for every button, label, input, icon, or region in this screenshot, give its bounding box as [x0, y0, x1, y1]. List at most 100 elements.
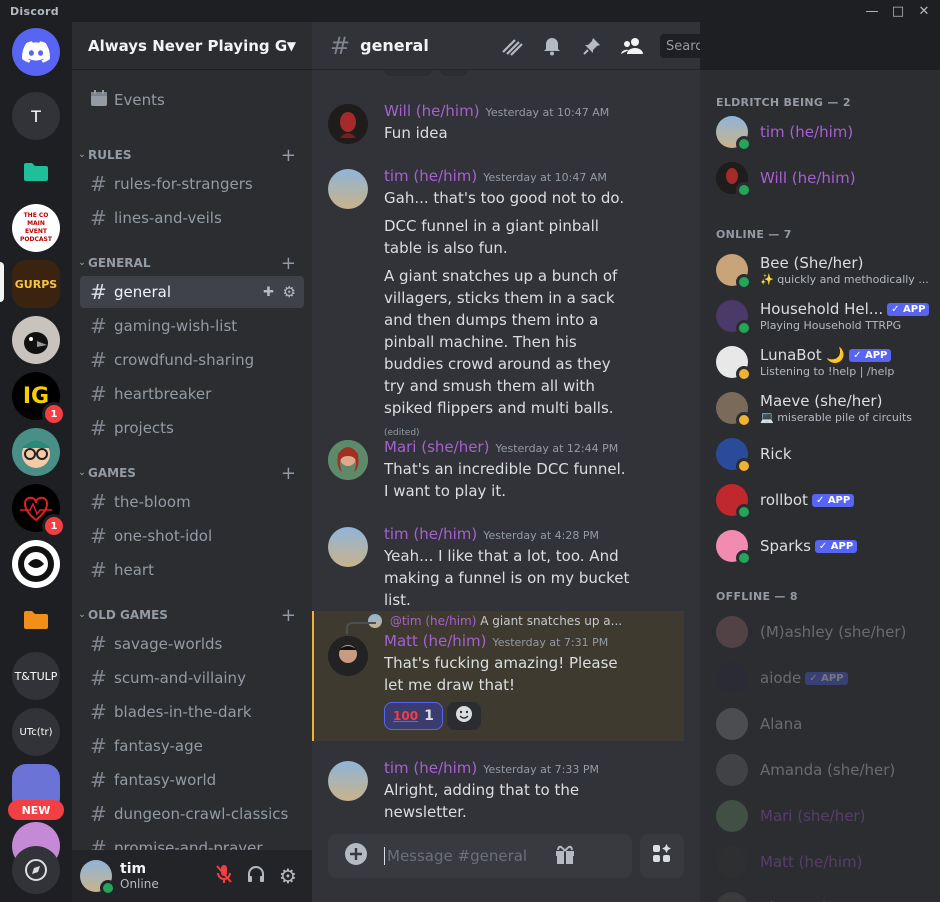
- avatar[interactable]: [328, 169, 368, 209]
- server-cottage[interactable]: [12, 316, 60, 364]
- message-author[interactable]: tim (he/him): [384, 167, 477, 185]
- member-row[interactable]: (M)ashley (she/her): [716, 610, 932, 654]
- add-channel-icon[interactable]: +: [281, 253, 296, 274]
- avatar[interactable]: [328, 440, 368, 480]
- home-discord-icon[interactable]: [12, 28, 60, 76]
- avatar: [716, 346, 752, 382]
- member-row[interactable]: Alana: [716, 702, 932, 746]
- user-status: Online: [120, 877, 159, 891]
- channel-heart[interactable]: # heart: [80, 554, 304, 586]
- message-author[interactable]: Will (he/him): [384, 102, 480, 120]
- channel-savage-worlds[interactable]: # savage-worlds: [80, 628, 304, 660]
- minimize-icon[interactable]: —: [860, 0, 884, 22]
- pin-icon[interactable]: [580, 34, 604, 58]
- guild-header[interactable]: Always Never Playing G... ▼: [72, 22, 312, 70]
- message-composer[interactable]: Message #general: [328, 834, 632, 878]
- channel-fantasy-age[interactable]: # fantasy-age: [80, 730, 304, 762]
- category-rules[interactable]: ⌄ RULES +: [76, 144, 304, 166]
- invite-icon[interactable]: ✚: [263, 285, 274, 300]
- add-channel-icon[interactable]: +: [281, 145, 296, 166]
- events-link[interactable]: Events: [80, 84, 304, 116]
- mic-muted-icon[interactable]: [208, 864, 240, 888]
- channel-fantasy-world[interactable]: # fantasy-world: [80, 764, 304, 796]
- bell-icon[interactable]: [540, 34, 564, 58]
- search-input[interactable]: Search: [666, 39, 700, 54]
- avatar[interactable]: [328, 104, 368, 144]
- mention-badge: 1: [42, 514, 66, 538]
- member-row[interactable]: Will (he/him): [716, 156, 932, 200]
- server-ttulp[interactable]: T&TULP: [12, 652, 60, 700]
- add-channel-icon[interactable]: +: [281, 463, 296, 484]
- channel-gaming-wish-list[interactable]: # gaming-wish-list: [80, 310, 304, 342]
- add-channel-icon[interactable]: +: [281, 605, 296, 626]
- reaction-hundred[interactable]: 100 1: [384, 702, 443, 730]
- avatar[interactable]: [80, 860, 116, 896]
- add-reaction-button[interactable]: [446, 702, 481, 730]
- channel-lines-and-veils[interactable]: # lines-and-veils: [80, 202, 304, 234]
- member-row[interactable]: LunaBot 🌙 ✓ APP Listening to !help | /help: [716, 340, 932, 384]
- close-icon[interactable]: ✕: [912, 0, 936, 22]
- channel-one-shot-idol[interactable]: # one-shot-idol: [80, 520, 304, 552]
- avatar[interactable]: [328, 761, 368, 801]
- server-utc[interactable]: UTc(tr): [12, 708, 60, 756]
- reply-context[interactable]: @tim (he/him) A giant snatches up a...: [346, 614, 684, 634]
- avatar[interactable]: [328, 636, 368, 676]
- thread-hash-icon: #: [90, 524, 107, 548]
- channel-the-bloom[interactable]: # the-bloom: [80, 486, 304, 518]
- thread-hash-icon: #: [90, 490, 107, 514]
- maximize-icon[interactable]: □: [886, 0, 910, 22]
- server-co-main-event[interactable]: THE CO MAIN EVENT PODCAST: [12, 204, 60, 252]
- channel-dungeon-crawl-classics[interactable]: # dungeon-crawl-classics: [80, 798, 304, 830]
- member-row[interactable]: rollbot ✓ APP: [716, 478, 932, 522]
- member-row[interactable]: Rick: [716, 432, 932, 476]
- channel-heartbreaker[interactable]: # heartbreaker: [80, 378, 304, 410]
- category-games[interactable]: ⌄ GAMES +: [76, 462, 304, 484]
- message-input[interactable]: Message #general: [384, 847, 554, 865]
- folder-green-icon[interactable]: [12, 148, 60, 196]
- server-gurps[interactable]: GURPS: [12, 260, 60, 308]
- server-t[interactable]: T: [12, 92, 60, 140]
- app-title: Discord: [10, 4, 59, 18]
- member-row[interactable]: Bee (She/her) ✨ quickly and methodically …: [716, 248, 932, 292]
- channel-blades-in-the-dark[interactable]: # blades-in-the-dark: [80, 696, 304, 728]
- member-row[interactable]: Maeve (she/her) 💻 miserable pile of circu…: [716, 386, 932, 430]
- category-old-games[interactable]: ⌄ OLD GAMES +: [76, 604, 304, 626]
- member-row[interactable]: aiode ✓ APP: [716, 656, 932, 700]
- channel-general[interactable]: # general ✚ ⚙: [80, 276, 304, 308]
- member-row[interactable]: plague-doctor: [716, 886, 932, 902]
- category-general[interactable]: ⌄ GENERAL +: [76, 252, 304, 274]
- threads-icon[interactable]: [500, 34, 524, 58]
- message: tim (he/him) Yesterday at 7:33 PM Alright…: [328, 759, 684, 829]
- server-round-logo[interactable]: [12, 540, 60, 588]
- settings-gear-icon[interactable]: ⚙: [272, 864, 304, 888]
- gear-icon[interactable]: ⚙: [283, 283, 296, 301]
- member-row[interactable]: Amanda (she/her): [716, 748, 932, 792]
- avatar: [716, 754, 748, 786]
- message-author[interactable]: Mari (she/her): [384, 438, 489, 456]
- channel-projects[interactable]: # projects: [80, 412, 304, 444]
- apps-button[interactable]: [640, 834, 684, 878]
- member-row[interactable]: Matt (he/him): [716, 840, 932, 884]
- add-attachment-icon[interactable]: [344, 842, 368, 870]
- app-badge: ✓ APP: [811, 494, 855, 507]
- channel-rules-for-strangers[interactable]: # rules-for-strangers: [80, 168, 304, 200]
- chevron-down-icon[interactable]: ▼: [287, 39, 296, 53]
- avatar[interactable]: [328, 527, 368, 567]
- gift-icon[interactable]: [554, 843, 576, 869]
- member-row[interactable]: Sparks ✓ APP: [716, 524, 932, 568]
- headphones-icon[interactable]: [240, 865, 272, 887]
- message-text: That's an incredible DCC funnel. I want …: [384, 460, 626, 500]
- member-row[interactable]: Mari (she/her): [716, 794, 932, 838]
- member-row[interactable]: tim (he/him): [716, 110, 932, 154]
- server-glasses-face[interactable]: [12, 428, 60, 476]
- folder-orange-icon[interactable]: [12, 596, 60, 644]
- member-row[interactable]: Household Hel... ✓ APP Playing Household T…: [716, 294, 932, 338]
- message-author[interactable]: tim (he/him): [384, 525, 477, 543]
- message-author[interactable]: tim (he/him): [384, 759, 477, 777]
- message-author[interactable]: Matt (he/him): [384, 632, 486, 650]
- channel-crowdfund-sharing[interactable]: # crowdfund-sharing: [80, 344, 304, 376]
- discover-compass-icon[interactable]: [12, 846, 60, 894]
- search-bar[interactable]: Search: [660, 34, 700, 58]
- channel-scum-and-villainy[interactable]: # scum-and-villainy: [80, 662, 304, 694]
- member-list-icon[interactable]: [620, 34, 644, 58]
